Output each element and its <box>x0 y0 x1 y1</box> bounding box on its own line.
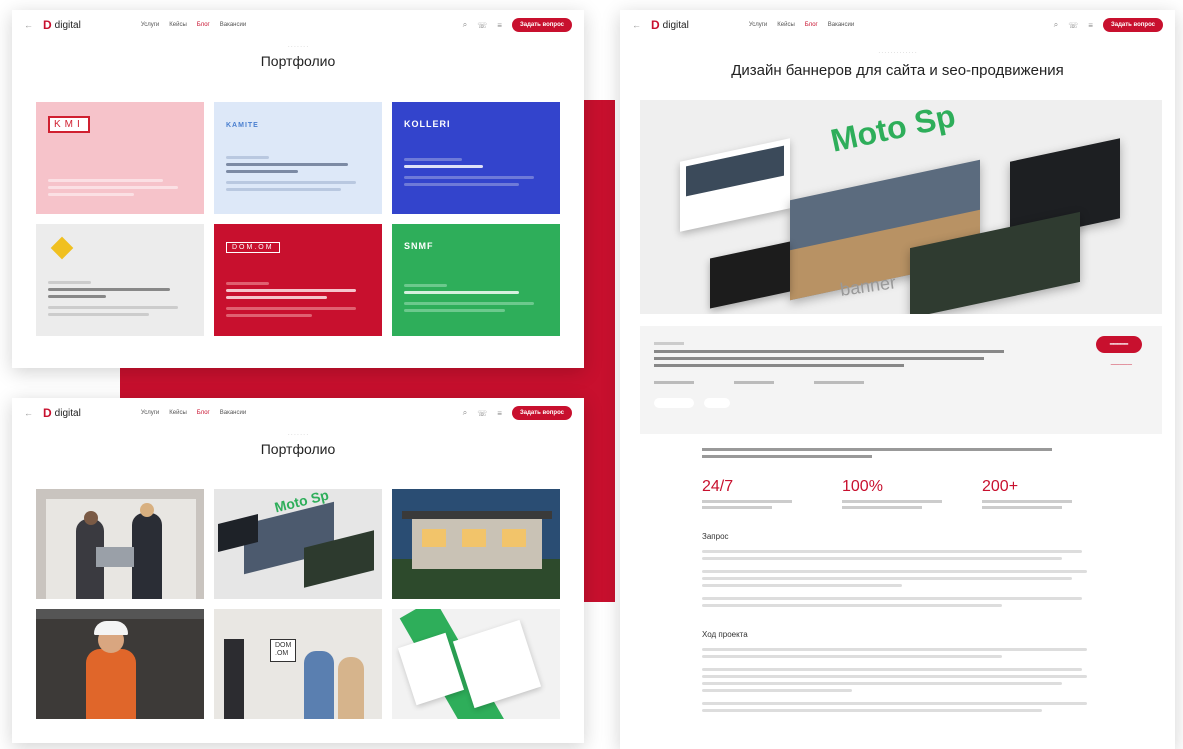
phone-icon[interactable]: ☏ <box>1068 21 1078 30</box>
search-icon[interactable]: ⌕ <box>1054 20 1058 30</box>
menu-item-blog[interactable]: Блог <box>197 22 210 28</box>
photo-tile-moto[interactable]: Moto Sp <box>214 489 382 599</box>
ask-question-button[interactable]: Задать вопрос <box>511 18 572 32</box>
menu-item-vacancies[interactable]: Вакансии <box>220 410 246 416</box>
photo-tile-office[interactable] <box>36 489 204 599</box>
main-menu: Услуги Кейсы Блог Вакансии <box>141 410 246 416</box>
tile-logo: KAMITE <box>226 122 259 129</box>
project-info-panel: ━━━━━ ───── <box>640 326 1162 434</box>
brand-logo[interactable]: D digital <box>651 18 689 32</box>
hero-image: Moto Sp banner <box>640 100 1162 314</box>
ask-question-button[interactable]: Задать вопрос <box>511 406 572 420</box>
breadcrumb: · · · · · · · <box>288 44 308 50</box>
menu-icon[interactable]: ≡ <box>497 409 502 418</box>
section-heading-request: Запрос <box>702 532 729 541</box>
portfolio-grid: KMI KAMITE KOLLERI DOM.OM SNMF <box>36 102 560 336</box>
back-arrow-icon[interactable]: ← <box>24 20 33 30</box>
hero-title-text: Moto Sp <box>827 100 959 159</box>
search-icon[interactable]: ⌕ <box>463 408 467 418</box>
article-intro <box>702 448 1062 458</box>
section-heading-progress: Ход проекта <box>702 630 748 639</box>
menu-item-services[interactable]: Услуги <box>141 22 159 28</box>
tile-logo: SNMF <box>404 241 434 251</box>
tile-logo: DOM.OM <box>226 242 280 253</box>
stat-value: 100% <box>842 478 883 495</box>
tile-logo: KOLLERI <box>404 119 451 129</box>
diamond-logo-icon <box>50 236 74 260</box>
portfolio-grid: Moto Sp DOM .OM <box>36 489 560 719</box>
portfolio-screen-photos: ← D digital Услуги Кейсы Блог Вакансии ⌕… <box>12 398 584 743</box>
back-arrow-icon[interactable]: ← <box>632 20 641 30</box>
menu-item-cases[interactable]: Кейсы <box>169 410 187 416</box>
menu-item-services[interactable]: Услуги <box>749 22 767 28</box>
breadcrumb: · · · · · · · <box>288 432 308 438</box>
brand-logo[interactable]: D digital <box>43 406 81 420</box>
main-menu: Услуги Кейсы Блог Вакансии <box>141 22 246 28</box>
portfolio-tile[interactable]: KAMITE <box>214 102 382 214</box>
tag-chip[interactable] <box>704 398 730 408</box>
top-nav: ← D digital Услуги Кейсы Блог Вакансии ⌕… <box>12 10 584 40</box>
article-title: Дизайн баннеров для сайта и seo-продвиже… <box>731 62 1064 79</box>
stat-item: 24/7 <box>702 478 842 509</box>
tag-chip[interactable] <box>654 398 694 408</box>
portfolio-tile[interactable]: SNMF <box>392 224 560 336</box>
stat-item: 100% <box>842 478 982 509</box>
stats-row: 24/7 100% 200+ <box>702 478 1122 509</box>
top-nav: ← D digital Услуги Кейсы Блог Вакансии ⌕… <box>620 10 1175 40</box>
portfolio-tile[interactable] <box>36 224 204 336</box>
order-project-button[interactable]: ━━━━━ <box>1095 336 1142 353</box>
menu-icon[interactable]: ≡ <box>497 21 502 30</box>
phone-icon[interactable]: ☏ <box>477 409 487 418</box>
breadcrumb: · · · · · · · · · · · · · <box>878 50 917 56</box>
stat-value: 200+ <box>982 478 1019 495</box>
photo-tile-dom[interactable]: DOM .OM <box>214 609 382 719</box>
menu-item-vacancies[interactable]: Вакансии <box>220 22 246 28</box>
phone-icon[interactable]: ☏ <box>477 21 487 30</box>
photo-tile-house[interactable] <box>392 489 560 599</box>
logo-mark-icon: D <box>651 18 660 32</box>
portfolio-screen-tiles: ← D digital Услуги Кейсы Блог Вакансии ⌕… <box>12 10 584 368</box>
portfolio-tile[interactable]: DOM.OM <box>214 224 382 336</box>
page-title: Портфолио <box>260 441 336 457</box>
photo-tile-engineer[interactable] <box>36 609 204 719</box>
page-title: Портфолио <box>260 53 336 69</box>
section-text <box>702 644 1092 712</box>
menu-item-blog[interactable]: Блог <box>805 22 818 28</box>
menu-icon[interactable]: ≡ <box>1088 21 1093 30</box>
stat-value: 24/7 <box>702 478 734 495</box>
menu-item-vacancies[interactable]: Вакансии <box>828 22 854 28</box>
photo-tile-mockups[interactable] <box>392 609 560 719</box>
logo-mark-icon: D <box>43 406 52 420</box>
top-nav: ← D digital Услуги Кейсы Блог Вакансии ⌕… <box>12 398 584 428</box>
stat-item: 200+ <box>982 478 1122 509</box>
search-icon[interactable]: ⌕ <box>463 20 467 30</box>
brand-name: digital <box>54 407 81 419</box>
portfolio-tile[interactable]: KOLLERI <box>392 102 560 214</box>
menu-item-blog[interactable]: Блог <box>197 410 210 416</box>
portfolio-tile[interactable]: KMI <box>36 102 204 214</box>
back-arrow-icon[interactable]: ← <box>24 408 33 418</box>
menu-item-cases[interactable]: Кейсы <box>777 22 795 28</box>
brand-logo[interactable]: D digital <box>43 18 81 32</box>
tile-logo: KMI <box>48 116 90 133</box>
brand-name: digital <box>662 19 689 31</box>
section-text <box>702 546 1092 607</box>
logo-mark-icon: D <box>43 18 52 32</box>
article-screen: ← D digital Услуги Кейсы Блог Вакансии ⌕… <box>620 10 1175 749</box>
ask-question-button[interactable]: Задать вопрос <box>1102 18 1163 32</box>
secondary-link[interactable]: ───── <box>1111 362 1132 368</box>
main-menu: Услуги Кейсы Блог Вакансии <box>749 22 854 28</box>
brand-name: digital <box>54 19 81 31</box>
menu-item-cases[interactable]: Кейсы <box>169 22 187 28</box>
dom-logo-sign: DOM .OM <box>270 639 297 662</box>
menu-item-services[interactable]: Услуги <box>141 410 159 416</box>
